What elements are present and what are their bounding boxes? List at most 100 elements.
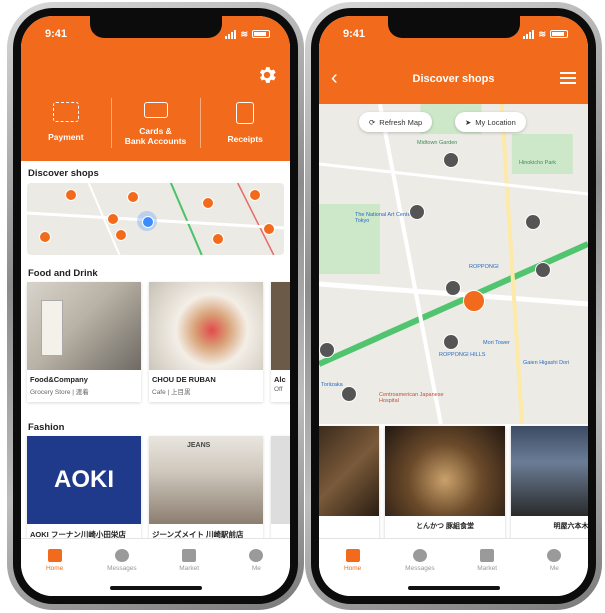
mini-map[interactable] xyxy=(27,183,284,255)
tab-me[interactable]: Me xyxy=(223,549,290,596)
map-label: ROPPONGI xyxy=(469,264,499,270)
shop-card[interactable]: とんかつ 豚組食堂 xyxy=(385,426,505,544)
tab-bar: Home Messages Market Me xyxy=(21,538,290,596)
nav-title: Discover shops xyxy=(412,73,495,85)
notch xyxy=(387,16,520,38)
quick-actions: Payment Cards & Bank Accounts Receipts xyxy=(21,96,290,148)
food-card-sub: Cafe | 上目黒 xyxy=(152,389,191,396)
shop-pin[interactable] xyxy=(127,191,139,203)
shop-pin[interactable] xyxy=(445,280,461,296)
tab-label: Messages xyxy=(405,565,435,572)
shop-photo xyxy=(385,426,505,516)
shop-pin[interactable] xyxy=(39,231,51,243)
map-label: Hinokicho Park xyxy=(519,160,556,166)
food-card[interactable]: Alc Off xyxy=(271,282,290,402)
signboard xyxy=(41,300,63,356)
gear-icon[interactable] xyxy=(256,64,278,86)
card-icon xyxy=(143,102,168,118)
map-label: Gaien Higashi Dori xyxy=(523,360,570,366)
shop-pin[interactable] xyxy=(202,197,214,209)
shop-photo xyxy=(271,436,290,524)
cards-bank-button[interactable]: Cards & Bank Accounts xyxy=(110,96,201,148)
food-card-name: CHOU DE RUBAN xyxy=(152,375,216,384)
shop-photo: JEANS xyxy=(149,436,263,524)
tab-home[interactable]: Home xyxy=(21,549,88,596)
food-card[interactable]: CHOU DE RUBAN Cafe | 上目黒 xyxy=(149,282,263,402)
tab-label: Home xyxy=(45,565,64,572)
shop-pin[interactable] xyxy=(525,214,541,230)
battery-icon xyxy=(550,30,568,38)
shop-carousel[interactable]: とんかつ 豚組食堂 明屋六本木 xyxy=(319,424,588,544)
shop-pin[interactable] xyxy=(409,204,425,220)
refresh-map-button[interactable]: ⟳ Refresh Map xyxy=(359,112,433,132)
fashion-carousel[interactable]: AOKI AOKI フーナン川崎小田栄店 JEANS ジーンズメイト 川崎駅前店 xyxy=(27,436,290,540)
signal-icon xyxy=(523,29,535,39)
discover-screen: 9:41 ≋ ‹ Discover shops ⟳ Refresh Map ➤ … xyxy=(319,16,588,596)
tab-label: Me xyxy=(251,565,261,572)
shop-pin[interactable] xyxy=(115,229,127,241)
food-card-sub: Off xyxy=(274,386,283,393)
receipts-button[interactable]: Receipts xyxy=(200,96,290,148)
shop-map[interactable]: ⟳ Refresh Map ➤ My Location Midtown Gard… xyxy=(319,104,588,424)
tab-home[interactable]: Home xyxy=(319,549,386,596)
tab-me[interactable]: Me xyxy=(521,549,588,596)
food-title: Food and Drink xyxy=(28,268,98,279)
phone-frame-left: 9:41 ≋ Payment Cards & Bank Accounts Rec… xyxy=(7,2,304,610)
tab-label: Messages xyxy=(107,565,137,572)
shop-pin[interactable] xyxy=(443,334,459,350)
shop-pin[interactable] xyxy=(341,386,357,402)
tab-label: Me xyxy=(549,565,559,572)
food-card-name: Food&Company xyxy=(30,375,88,384)
selected-shop-pin[interactable] xyxy=(463,290,485,312)
shop-pin[interactable] xyxy=(443,152,459,168)
location-arrow-icon: ➤ xyxy=(465,117,472,127)
shop-pin[interactable] xyxy=(319,342,335,358)
receipts-label: Receipts xyxy=(227,134,263,144)
shop-card-name: とんかつ 豚組食堂 xyxy=(416,523,474,530)
map-label: Midtown Garden xyxy=(417,140,458,146)
status-time: 9:41 xyxy=(343,28,366,40)
wifi-icon: ≋ xyxy=(240,28,248,39)
home-screen: 9:41 ≋ Payment Cards & Bank Accounts Rec… xyxy=(21,16,290,596)
shop-pin[interactable] xyxy=(65,189,77,201)
shop-card[interactable] xyxy=(319,426,379,544)
receipt-icon xyxy=(236,102,255,124)
phone-frame-right: 9:41 ≋ ‹ Discover shops ⟳ Refresh Map ➤ … xyxy=(305,2,602,610)
shop-pin[interactable] xyxy=(107,213,119,225)
shop-photo xyxy=(27,282,141,370)
person-icon xyxy=(547,549,562,562)
food-carousel[interactable]: Food&Company Grocery Store | 渡着 CHOU DE … xyxy=(27,282,290,402)
shop-card[interactable]: 明屋六本木 xyxy=(511,426,588,544)
shop-pin[interactable] xyxy=(263,223,275,235)
tab-label: Market xyxy=(179,565,200,572)
food-card-sub: Grocery Store | 渡着 xyxy=(30,389,89,396)
food-card-name: Alc xyxy=(274,375,286,384)
shop-pin[interactable] xyxy=(212,233,224,245)
fashion-card[interactable] xyxy=(271,436,290,540)
my-location-button[interactable]: ➤ My Location xyxy=(455,112,526,132)
payment-button[interactable]: Payment xyxy=(21,96,111,146)
map-label: The National Art Center, Tokyo xyxy=(355,212,414,224)
list-icon[interactable] xyxy=(560,72,576,84)
map-label: ROPPONGI HILLS xyxy=(439,352,486,358)
signal-icon xyxy=(225,29,237,39)
qr-scan-icon xyxy=(52,102,79,122)
shop-pin[interactable] xyxy=(535,262,551,278)
home-indicator xyxy=(109,586,202,590)
tab-label: Home xyxy=(343,565,362,572)
fashion-card[interactable]: JEANS ジーンズメイト 川崎駅前店 xyxy=(149,436,263,540)
food-card[interactable]: Food&Company Grocery Store | 渡着 xyxy=(27,282,141,402)
battery-icon xyxy=(252,30,270,38)
bag-icon xyxy=(182,549,197,562)
map-label: Toriizaka xyxy=(321,382,343,388)
home-indicator xyxy=(407,586,500,590)
shop-card-name: 明屋六本木 xyxy=(553,523,589,530)
shop-logo: AOKI xyxy=(27,436,141,524)
tab-label: Market xyxy=(477,565,498,572)
shop-photo xyxy=(319,426,379,516)
shop-photo xyxy=(511,426,588,516)
location-label: My Location xyxy=(475,117,516,127)
shop-pin[interactable] xyxy=(249,189,261,201)
fashion-card[interactable]: AOKI AOKI フーナン川崎小田栄店 xyxy=(27,436,141,540)
person-icon xyxy=(249,549,264,562)
